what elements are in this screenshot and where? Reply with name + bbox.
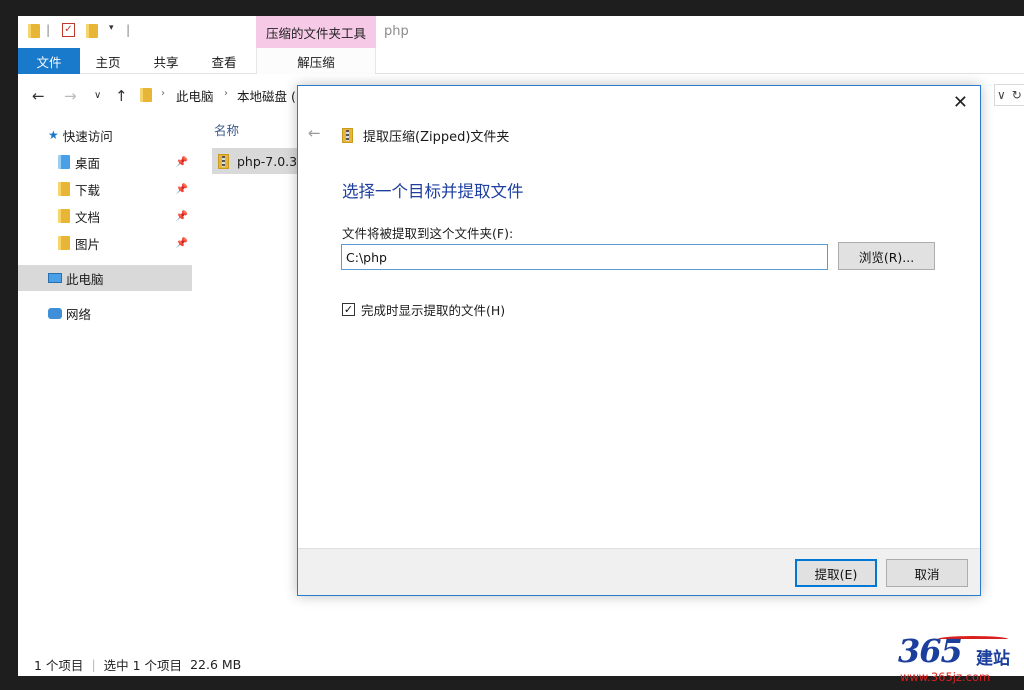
separator: | <box>126 22 131 37</box>
quick-access-toolbar: | ✓ ▾ | <box>18 16 258 46</box>
pictures-folder-icon <box>58 236 70 250</box>
pin-icon[interactable]: 📌 <box>176 157 188 168</box>
back-arrow-icon[interactable]: ← <box>308 124 321 142</box>
folder-icon[interactable] <box>28 24 40 38</box>
status-separator: | <box>91 656 96 672</box>
tab-share[interactable]: 共享 <box>138 48 194 74</box>
breadcrumb-local-disk[interactable]: 本地磁盘 ( <box>237 86 296 105</box>
download-folder-icon <box>58 182 70 196</box>
column-header-name[interactable]: 名称 <box>214 120 239 139</box>
nav-item-network[interactable]: 网络 <box>18 300 192 326</box>
dialog-footer: 提取(E) 取消 <box>298 548 980 595</box>
extract-dialog: ✕ ← 提取压缩(Zipped)文件夹 选择一个目标并提取文件 文件将被提取到这… <box>297 85 981 596</box>
chevron-down-icon[interactable]: ∨ <box>997 88 1006 102</box>
close-icon[interactable]: ✕ <box>953 92 968 113</box>
watermark-logo: 365 建站 www.365jz.com <box>898 632 1020 688</box>
breadcrumb-separator-icon[interactable]: › <box>161 88 165 99</box>
address-dropdown-and-refresh[interactable]: ∨ ↻ <box>994 84 1024 106</box>
nav-label: 下载 <box>75 182 101 198</box>
separator: | <box>46 22 51 37</box>
nav-item-downloads[interactable]: 下载 📌 <box>18 176 192 202</box>
up-arrow-icon[interactable]: ↑ <box>115 87 128 105</box>
dialog-heading: 选择一个目标并提取文件 <box>342 182 524 201</box>
folder-icon <box>140 88 152 102</box>
network-icon <box>48 307 62 319</box>
customize-dropdown-icon[interactable]: ▾ <box>109 23 114 33</box>
nav-label: 网络 <box>66 306 92 322</box>
tab-home[interactable]: 主页 <box>80 48 136 74</box>
zip-folder-icon <box>218 153 229 169</box>
breadcrumb-this-pc[interactable]: 此电脑 <box>176 86 214 105</box>
zip-folder-icon <box>342 128 353 143</box>
documents-folder-icon <box>58 209 70 223</box>
refresh-icon[interactable]: ↻ <box>1012 88 1022 102</box>
tab-view[interactable]: 查看 <box>196 48 252 74</box>
nav-label: 快速访问 <box>62 128 113 144</box>
file-name: php-7.0.3 <box>237 153 298 169</box>
status-item-count: 1 个项目 <box>34 657 84 673</box>
dialog-header-text: 提取压缩(Zipped)文件夹 <box>363 130 510 145</box>
new-folder-icon[interactable] <box>86 24 98 38</box>
back-arrow-icon[interactable]: ← <box>32 87 45 105</box>
cancel-button[interactable]: 取消 <box>886 559 968 587</box>
nav-item-desktop[interactable]: 桌面 📌 <box>18 149 192 175</box>
recent-dropdown-icon[interactable]: ∨ <box>94 90 101 101</box>
show-files-label: 完成时显示提取的文件(H) <box>361 303 506 318</box>
navigation-pane: ★ 快速访问 桌面 📌 下载 📌 文档 📌 图片 📌 此电脑 网络 <box>18 116 194 636</box>
nav-item-documents[interactable]: 文档 📌 <box>18 203 192 229</box>
nav-label: 图片 <box>75 236 101 252</box>
nav-item-pictures[interactable]: 图片 📌 <box>18 230 192 256</box>
tab-extract[interactable]: 解压缩 <box>256 48 376 74</box>
tab-file[interactable]: 文件 <box>18 48 80 74</box>
destination-input[interactable] <box>341 244 828 270</box>
breadcrumb-separator-icon[interactable]: › <box>224 88 228 99</box>
desktop-folder-icon <box>58 155 70 169</box>
nav-label: 此电脑 <box>66 271 104 287</box>
computer-icon <box>48 273 62 283</box>
dialog-header: 提取压缩(Zipped)文件夹 <box>342 126 509 145</box>
forward-arrow-icon[interactable]: → <box>64 87 77 105</box>
ribbon-tabs: 文件 主页 共享 查看 解压缩 <box>18 48 1024 74</box>
pin-icon[interactable]: 📌 <box>176 238 188 249</box>
nav-label: 桌面 <box>75 155 101 171</box>
logo-url: www.365jz.com <box>900 670 991 684</box>
window-title: php <box>384 24 409 39</box>
status-selection: 选中 1 个项目 <box>103 657 183 673</box>
pin-icon[interactable]: 📌 <box>176 211 188 222</box>
star-icon: ★ <box>48 128 59 142</box>
destination-label: 文件将被提取到这个文件夹(F): <box>342 226 514 241</box>
logo-brand-cn: 建站 <box>976 649 1010 669</box>
browse-button[interactable]: 浏览(R)... <box>838 242 935 270</box>
show-files-checkbox[interactable]: ✓ <box>342 303 355 316</box>
pin-icon[interactable]: 📌 <box>176 184 188 195</box>
properties-icon[interactable]: ✓ <box>62 23 75 37</box>
status-bar: 1 个项目 | 选中 1 个项目 22.6 MB <box>18 652 1024 676</box>
logo-brand: 365 <box>898 632 963 670</box>
nav-item-this-pc[interactable]: 此电脑 <box>18 265 192 291</box>
nav-label: 文档 <box>75 209 101 225</box>
show-files-option[interactable]: ✓ 完成时显示提取的文件(H) <box>342 300 505 319</box>
extract-button[interactable]: 提取(E) <box>795 559 877 587</box>
nav-quick-access[interactable]: ★ 快速访问 <box>18 122 192 148</box>
contextual-tab-group: 压缩的文件夹工具 <box>256 16 376 48</box>
status-size: 22.6 MB <box>190 656 242 672</box>
